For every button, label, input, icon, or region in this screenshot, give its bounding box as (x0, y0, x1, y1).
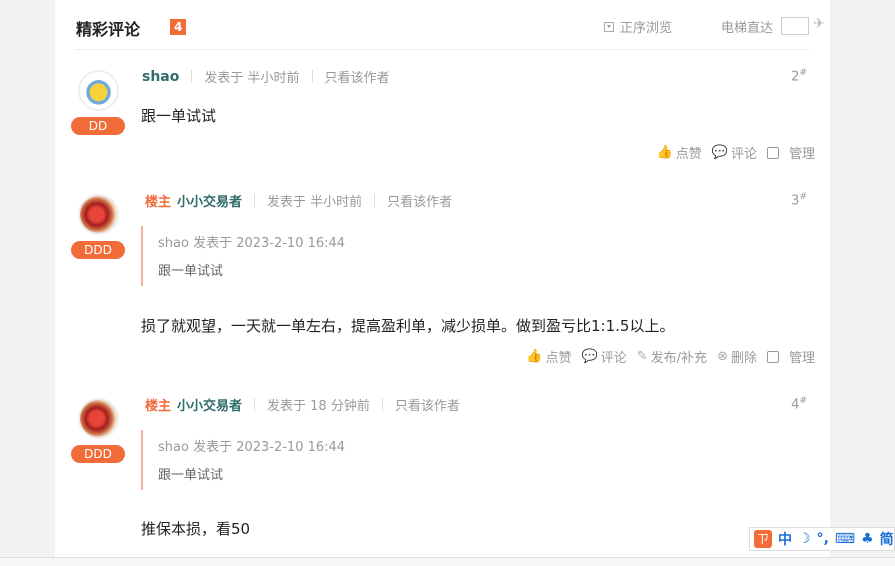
quote-text: 跟一单试试 (158, 264, 224, 279)
elevator-go-icon[interactable]: ✈ (813, 16, 825, 32)
post-content: 跟一单试试 (141, 107, 217, 125)
post-content: 损了就观望，一天就一单左右，提高盈利单，减少损单。做到盈亏比1:1.5以上。 (141, 317, 675, 335)
sort-order-label: 正序浏览 (620, 21, 673, 36)
post-time: 发表于 18 分钟前 (267, 399, 370, 414)
post-meta: 楼主 小小交易者 发表于 18 分钟前 只看该作者 (145, 395, 460, 414)
comment-button[interactable]: 💬 评论 (582, 347, 627, 366)
divider (254, 194, 256, 207)
post-meta: 楼主 小小交易者 发表于 半小时前 只看该作者 (145, 191, 452, 210)
like-button[interactable]: 👍 点赞 (657, 143, 702, 162)
avatar[interactable] (78, 194, 119, 235)
comment-count-badge: 4 (170, 19, 187, 35)
comment-label: 评论 (730, 147, 757, 162)
user-group-badge: DDD (71, 241, 125, 259)
manage-label[interactable]: 管理 (789, 143, 815, 162)
browser-status-bar (0, 557, 895, 566)
quote-text: 跟一单试试 (158, 468, 224, 483)
floor-number[interactable]: 3# (791, 192, 807, 208)
floor-number[interactable]: 2# (791, 68, 807, 84)
moon-icon[interactable]: ☽ (798, 531, 811, 547)
manage-checkbox[interactable] (766, 146, 779, 159)
quote-block: shao 发表于 2023-2-10 16:44 跟一单试试 (141, 430, 441, 490)
post-actions: 👍 点赞 💬 评论 ✎ 发布/补充 ⊗ 删除 管理 (516, 347, 815, 366)
author-link[interactable]: 小小交易者 (177, 395, 242, 414)
post-time: 发表于 半小时前 (267, 195, 363, 210)
publish-supplement-button[interactable]: ✎ 发布/补充 (637, 347, 707, 366)
floor-number[interactable]: 4# (791, 396, 807, 412)
ime-toolbar[interactable]: ㄗ 中 ☽ °, ⌨ ♣ 简 (749, 527, 895, 551)
speech-bubble-icon: 💬 (581, 349, 598, 364)
user-group-badge: DD (71, 117, 125, 135)
publish-label: 发布/补充 (650, 351, 708, 366)
divider (191, 70, 193, 83)
section-title: 精彩评论 (76, 20, 141, 39)
post-content: 推保本损，看50 (141, 520, 251, 538)
like-button[interactable]: 👍 点赞 (526, 347, 571, 366)
quote-header: shao 发表于 2023-2-10 16:44 (158, 440, 346, 455)
manage-label[interactable]: 管理 (789, 347, 815, 366)
comments-panel: 精彩评论 4 正序浏览 电梯直达 ✈ DD shao 发表于 半小时前 只看该作… (55, 0, 830, 566)
comments-header: 精彩评论 4 正序浏览 电梯直达 ✈ (75, 0, 825, 50)
quote-header: shao 发表于 2023-2-10 16:44 (158, 236, 346, 251)
post-time: 发表于 半小时前 (204, 71, 300, 86)
avatar[interactable] (78, 70, 119, 111)
like-label: 点赞 (675, 147, 702, 162)
post-meta: shao 发表于 半小时前 只看该作者 (142, 67, 390, 87)
only-author-link[interactable]: 只看该作者 (325, 67, 390, 86)
punctuation-icon[interactable]: °, (817, 531, 829, 547)
divider (254, 398, 256, 411)
only-author-link[interactable]: 只看该作者 (395, 395, 460, 414)
comment-label: 评论 (600, 351, 627, 366)
manage-checkbox[interactable] (766, 350, 779, 363)
sort-down-icon (604, 21, 614, 32)
only-author-link[interactable]: 只看该作者 (387, 191, 452, 210)
simplified-toggle[interactable]: 简 (880, 529, 894, 549)
thumbs-up-icon: 👍 (656, 145, 673, 160)
thread-owner-tag: 楼主 (145, 195, 172, 210)
delete-icon: ⊗ (717, 349, 728, 364)
ime-language-toggle[interactable]: 中 (778, 529, 792, 549)
like-label: 点赞 (545, 351, 572, 366)
ime-logo-icon[interactable]: ㄗ (754, 530, 772, 548)
author-link[interactable]: 小小交易者 (177, 191, 242, 210)
skin-icon[interactable]: ♣ (861, 531, 874, 547)
avatar[interactable] (78, 398, 119, 439)
elevator-label: 电梯直达 (721, 21, 774, 36)
keyboard-icon[interactable]: ⌨ (835, 531, 855, 547)
comment-button[interactable]: 💬 评论 (712, 143, 757, 162)
edit-icon: ✎ (636, 349, 648, 364)
quote-block: shao 发表于 2023-2-10 16:44 跟一单试试 (141, 226, 441, 286)
elevator-floor-input[interactable] (781, 17, 809, 35)
floor-mark: # (799, 396, 807, 406)
delete-button[interactable]: ⊗ 删除 (717, 347, 757, 366)
floor-mark: # (799, 68, 807, 78)
author-link[interactable]: shao (142, 69, 179, 85)
divider (311, 70, 313, 83)
post-actions: 👍 点赞 💬 评论 管理 (647, 143, 815, 162)
delete-label: 删除 (730, 351, 757, 366)
thread-owner-tag: 楼主 (145, 399, 172, 414)
sort-order-button[interactable]: 正序浏览 (604, 17, 672, 36)
divider (374, 194, 376, 207)
divider (381, 398, 383, 411)
user-group-badge: DDD (71, 445, 125, 463)
floor-mark: # (799, 192, 807, 202)
thumbs-up-icon: 👍 (526, 349, 543, 364)
speech-bubble-icon: 💬 (711, 145, 728, 160)
